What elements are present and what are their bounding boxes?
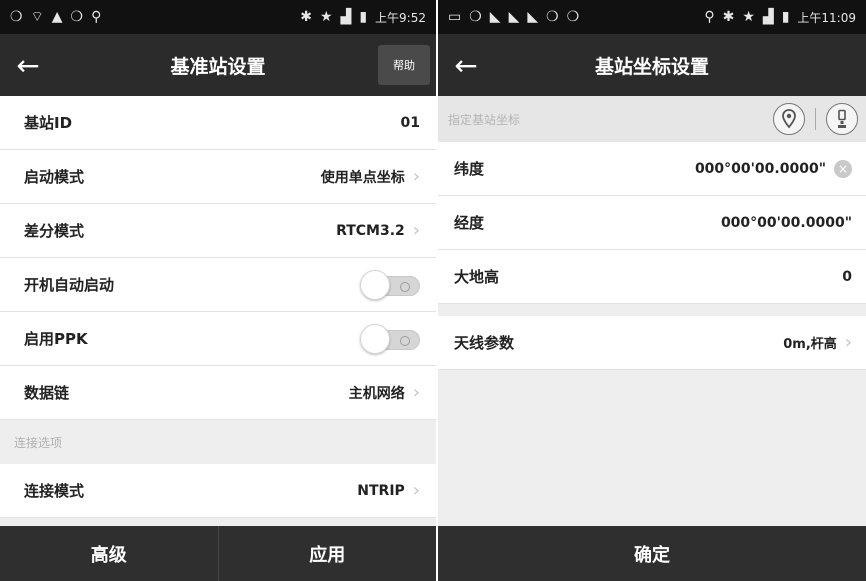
row-enable-ppk: 启用PPK	[0, 312, 436, 366]
battery-icon: ▮	[781, 9, 790, 25]
auto-start-toggle[interactable]	[360, 269, 420, 300]
section-header-connection: 连接选项	[0, 420, 436, 464]
row-ellipsoid-height[interactable]: 大地高 0	[438, 250, 866, 304]
chevron-right-icon: ›	[412, 165, 420, 187]
bottom-bar: 确定	[438, 526, 866, 581]
row-diff-mode[interactable]: 差分模式 RTCM3.2 ›	[0, 204, 436, 258]
signal-off-icon: ◣	[527, 9, 539, 25]
chevron-right-icon: ›	[844, 331, 852, 353]
chevron-right-icon: ›	[412, 219, 420, 241]
longitude-value[interactable]: 000°00'00.0000"	[721, 215, 852, 231]
section-label: 指定基站坐标	[448, 112, 521, 127]
row-start-mode[interactable]: 启动模式 使用单点坐标 ›	[0, 150, 436, 204]
signal-off-icon: ◣	[489, 9, 501, 25]
message-icon: ▭	[448, 9, 462, 25]
status-icons-left: ❍ ⌔ ▲ ❍ ⚲	[10, 10, 101, 24]
row-latitude[interactable]: 纬度 000°00'00.0000" ×	[438, 142, 866, 196]
bottom-bar: 高级 应用	[0, 526, 436, 581]
sync-icon: ❍	[546, 9, 559, 25]
notification-icon: ❍	[10, 9, 23, 25]
location-pin-icon[interactable]	[773, 103, 805, 135]
chevron-right-icon: ›	[412, 381, 420, 403]
location-icon: ⚲	[91, 9, 102, 25]
base-coordinate-settings-screen: ▭ ❍ ◣ ◣ ◣ ❍ ❍ ⚲ ✱ ★ ▟ ▮ 上午11:09 ← 基站坐标设置…	[438, 0, 866, 581]
help-button[interactable]: 帮助	[378, 45, 430, 85]
row-label: 启用PPK	[24, 330, 88, 348]
location-icon: ⚲	[704, 9, 715, 25]
latitude-value[interactable]: 000°00'00.0000"	[695, 161, 826, 177]
status-time: 上午9:52	[375, 10, 426, 25]
bluetooth-icon: ✱	[300, 9, 312, 25]
row-antenna-params[interactable]: 天线参数 0m,杆高 ›	[438, 316, 866, 370]
wifi-icon: ⌔	[30, 9, 44, 25]
signal-icon: ▟	[340, 9, 352, 25]
row-data-link[interactable]: 数据链 主机网络 ›	[0, 366, 436, 420]
sync-icon: ❍	[566, 9, 580, 25]
row-longitude[interactable]: 经度 000°00'00.0000"	[438, 196, 866, 250]
app-bar: ← 基准站设置 帮助	[0, 34, 436, 96]
row-connect-mode[interactable]: 连接模式 NTRIP ›	[0, 464, 436, 518]
status-icons-left: ▭ ❍ ◣ ◣ ◣ ❍ ❍	[448, 10, 579, 24]
chevron-right-icon: ›	[412, 479, 420, 501]
status-icons-right: ✱ ★ ▟ ▮ 上午9:52	[300, 9, 426, 26]
row-value: 主机网络	[348, 385, 405, 402]
status-bar: ▭ ❍ ◣ ◣ ◣ ❍ ❍ ⚲ ✱ ★ ▟ ▮ 上午11:09	[438, 0, 866, 34]
warning-icon: ▲	[51, 9, 63, 25]
row-label: 启动模式	[24, 168, 85, 186]
advanced-button[interactable]: 高级	[0, 526, 218, 581]
status-bar: ❍ ⌔ ▲ ❍ ⚲ ✱ ★ ▟ ▮ 上午9:52	[0, 0, 436, 34]
row-auto-start: 开机自动启动	[0, 258, 436, 312]
device-locate-icon[interactable]	[826, 103, 858, 135]
row-label: 差分模式	[24, 222, 85, 240]
sync-icon: ❍	[469, 9, 482, 25]
row-label: 纬度	[454, 160, 485, 178]
ppk-toggle[interactable]	[360, 323, 420, 354]
status-icons-right: ⚲ ✱ ★ ▟ ▮ 上午11:09	[704, 9, 856, 26]
page-title: 基准站设置	[170, 55, 266, 78]
row-value: 01	[400, 114, 420, 131]
row-label: 基站ID	[24, 114, 73, 132]
row-label: 大地高	[454, 268, 500, 286]
toggle-knob	[360, 269, 390, 300]
row-label: 开机自动启动	[24, 276, 115, 294]
signal-icon: ▟	[762, 9, 774, 25]
row-label: 经度	[454, 214, 485, 232]
row-value: NTRIP	[357, 482, 405, 499]
row-label: 数据链	[24, 384, 70, 402]
clear-icon[interactable]: ×	[834, 159, 852, 178]
row-value: 0m,杆高	[783, 337, 837, 352]
page-title: 基站坐标设置	[594, 55, 709, 78]
row-label: 连接模式	[24, 482, 85, 500]
back-arrow-icon[interactable]: ←	[0, 34, 56, 96]
row-value: 使用单点坐标	[320, 169, 405, 186]
height-value[interactable]: 0	[842, 269, 852, 285]
bluetooth-icon: ✱	[722, 9, 735, 25]
star-icon: ★	[742, 9, 755, 25]
row-label: 天线参数	[454, 334, 515, 352]
row-base-id[interactable]: 基站ID 01	[0, 96, 436, 150]
toggle-knob	[360, 323, 390, 354]
status-time: 上午11:09	[797, 10, 856, 25]
signal-off-icon: ◣	[508, 9, 520, 25]
row-gap	[438, 304, 866, 316]
app-bar: ← 基站坐标设置	[438, 34, 866, 96]
confirm-button[interactable]: 确定	[438, 526, 866, 581]
row-value: RTCM3.2	[336, 222, 405, 239]
apply-button[interactable]: 应用	[217, 526, 437, 581]
icon-divider	[815, 108, 816, 130]
star-icon: ★	[319, 9, 333, 25]
battery-icon: ▮	[359, 9, 368, 25]
sync-icon: ❍	[70, 9, 84, 25]
base-station-settings-screen: ❍ ⌔ ▲ ❍ ⚲ ✱ ★ ▟ ▮ 上午9:52 ← 基准站设置 帮助 基站ID…	[0, 0, 436, 581]
coordinate-section-header: 指定基站坐标	[438, 96, 866, 142]
back-arrow-icon[interactable]: ←	[438, 34, 494, 96]
